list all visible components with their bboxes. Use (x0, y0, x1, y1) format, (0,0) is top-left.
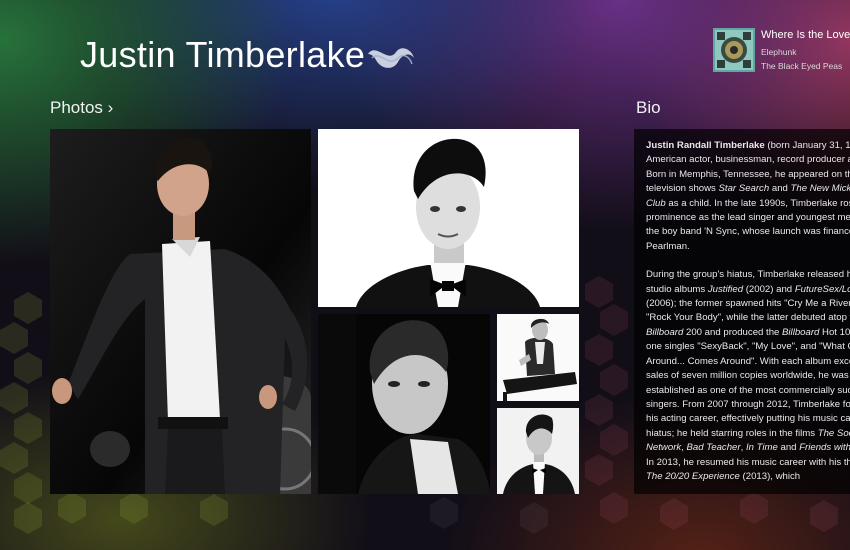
page-title: Justin Timberlake (80, 34, 366, 75)
bio-paragraph: During the group's hiatus, Timberlake re… (646, 268, 850, 484)
bowtie-portrait-photo[interactable] (318, 129, 579, 307)
person-image-icon (318, 129, 579, 307)
bio-text-run: (2006); the former spawned hits "Cry Me … (646, 298, 850, 324)
bio-text-run: and (777, 442, 800, 454)
now-playing-artist: The Black Eyed Peas (761, 61, 843, 71)
person-image-icon (497, 408, 579, 494)
bio-full-name: Justin Randall Timberlake (646, 140, 765, 151)
bio-text: Justin Randall Timberlake (born January … (646, 139, 850, 494)
bio-album-title: Justified (707, 283, 744, 295)
now-playing-album: Elephunk (761, 47, 797, 57)
bio-text-run: as a child. In the late 1990s, Timberlak… (646, 197, 850, 252)
standing-suit-photo[interactable] (50, 129, 311, 494)
album-art-icon (713, 28, 755, 72)
bio-album-title: The 20/20 Experience (646, 470, 740, 482)
bio-text-run: 200 and produced the (683, 326, 783, 338)
music-wave-logo-icon (368, 48, 414, 68)
bio-text-run: (2002) and (743, 283, 795, 295)
bio-show-title: Star Search (718, 183, 770, 195)
bio-chart-name: Billboard (782, 326, 820, 338)
bio-chart-name: Billboard (646, 326, 684, 338)
bio-heading: Bio (636, 98, 661, 117)
bio-text-run: Hot 100 number-one singles "SexyBack", "… (646, 326, 850, 439)
chevron-right-icon: › (107, 98, 114, 117)
bio-paragraph: Justin Randall Timberlake (born January … (646, 139, 850, 254)
bio-text-run: (2013), which (739, 470, 801, 482)
now-playing-widget[interactable]: Where Is the Love? Elephunk The Black Ey… (713, 28, 850, 74)
bio-film-title: In Time (745, 442, 778, 454)
bio-film-title: Friends with Benefits (799, 442, 850, 454)
closeup-portrait-photo[interactable] (318, 314, 490, 494)
bio-text-run: and (769, 183, 791, 195)
bio-album-title: FutureSex/LoveSounds (794, 283, 850, 295)
tuxedo-photo[interactable] (497, 408, 579, 494)
person-image-icon (50, 129, 311, 494)
person-image-icon (497, 314, 579, 401)
now-playing-song: Where Is the Love? (761, 29, 850, 41)
person-image-icon (318, 314, 490, 494)
bio-film-title: Bad Teacher (686, 442, 741, 454)
photos-section-link[interactable]: Photos › (50, 98, 113, 118)
bio-panel[interactable]: Justin Randall Timberlake (born January … (634, 129, 850, 494)
piano-photo[interactable] (497, 314, 579, 401)
photos-heading-label: Photos (50, 98, 103, 117)
